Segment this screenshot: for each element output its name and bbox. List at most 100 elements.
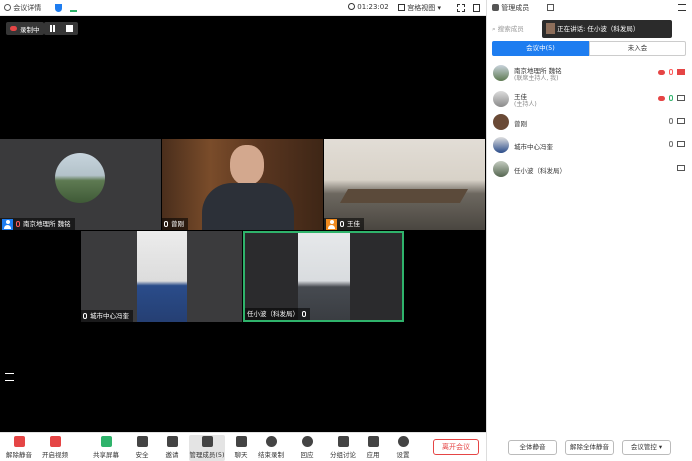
avatar — [546, 23, 555, 34]
mic-muted-icon — [13, 436, 25, 447]
camera-icon[interactable] — [677, 141, 685, 147]
breakout-rooms-label: 分组讨论 — [330, 451, 356, 459]
timer-text: 01:23:02 — [357, 3, 389, 11]
emoji-icon — [301, 436, 313, 447]
caret-down-icon: ▾ — [658, 443, 663, 451]
mic-icon — [83, 313, 87, 319]
popout-icon[interactable] — [547, 4, 554, 11]
start-video-button[interactable]: 开启视频 — [42, 435, 68, 461]
recording-controls — [44, 22, 78, 35]
tile-name-bar: 曾刚 — [162, 218, 188, 230]
mic-icon[interactable] — [669, 118, 673, 124]
video-tile[interactable]: 南京地理所 魏铭 — [0, 139, 161, 230]
tile-name-bar: 任小波（科发局） — [245, 308, 310, 320]
list-icon[interactable] — [5, 373, 14, 381]
invite-label: 邀请 — [165, 451, 179, 459]
mic-icon — [164, 221, 168, 227]
signal-icon[interactable] — [70, 4, 77, 12]
mute-all-button[interactable]: 全体静音 — [508, 440, 557, 455]
leave-meeting-button[interactable]: 离开会议 — [433, 439, 479, 455]
search-placeholder: 搜索成员 — [497, 25, 524, 33]
breakout-rooms-button[interactable]: 分组讨论 — [330, 435, 356, 461]
info-icon — [4, 4, 11, 11]
mic-icon[interactable] — [669, 141, 673, 147]
camera-off-icon[interactable] — [677, 69, 685, 75]
start-video-label: 开启视频 — [42, 451, 68, 459]
mic-icon — [340, 221, 344, 227]
apps-button[interactable]: 应用 — [365, 435, 381, 461]
video-tile[interactable]: 王佳 — [324, 139, 485, 230]
window-icon[interactable] — [473, 4, 480, 12]
video-tile-active[interactable]: 任小波（科发局） — [243, 231, 404, 322]
record-icon — [265, 436, 277, 447]
share-screen-icon — [100, 436, 112, 447]
member-row[interactable]: 南京地理所 魏铭 (联席主持人, 我) — [493, 62, 687, 84]
react-button[interactable]: 回应 — [299, 435, 315, 461]
tile-name-bar: 南京地理所 魏铭 — [0, 218, 75, 230]
camera-icon[interactable] — [677, 165, 685, 171]
invite-button[interactable]: 邀请 — [164, 435, 180, 461]
tab-not-joined[interactable]: 未入会 — [589, 41, 686, 56]
person-body — [202, 183, 294, 230]
unmute-button[interactable]: 解除静音 — [6, 435, 32, 461]
member-role: (主持人) — [514, 101, 537, 108]
meeting-control-dropdown[interactable]: 会议管控 ▾ — [622, 440, 671, 455]
stop-icon[interactable] — [66, 25, 73, 32]
cloud-record-icon — [658, 70, 665, 75]
breakout-icon — [337, 436, 349, 447]
video-stage: 录制中 南京地理所 魏铭 曾刚 王佳 城市中心冯奎 任小波（科发局） — [0, 16, 486, 432]
panel-title: 管理成员 — [492, 3, 529, 13]
speaking-prefix: 正在讲话: — [557, 25, 586, 33]
settings-button[interactable]: 设置 — [395, 435, 411, 461]
search-input[interactable]: ⌕ 搜索成员 — [492, 22, 541, 36]
member-row[interactable]: 曾刚 — [493, 111, 687, 133]
user-icon — [326, 218, 337, 230]
camera-off-icon — [49, 436, 61, 447]
member-name: 任小波（科发局） — [514, 167, 566, 175]
unmute-all-button[interactable]: 解除全体静音 — [565, 440, 614, 455]
end-recording-label: 结束录制 — [258, 451, 284, 459]
shield-icon — [136, 436, 148, 447]
share-screen-label: 共享屏幕 — [93, 451, 119, 459]
tile-name: 曾刚 — [171, 220, 184, 228]
user-icon — [2, 218, 13, 230]
video-tile[interactable]: 城市中心冯奎 — [81, 231, 242, 322]
react-label: 回应 — [300, 451, 314, 459]
fullscreen-icon[interactable] — [457, 4, 465, 12]
member-name: 曾刚 — [514, 120, 527, 128]
avatar — [493, 161, 509, 177]
mic-icon[interactable] — [669, 95, 673, 101]
member-name: 城市中心冯奎 — [514, 143, 553, 151]
settings-label: 设置 — [396, 451, 410, 459]
timer: 01:23:02 — [348, 3, 389, 11]
users-icon — [492, 4, 499, 11]
share-screen-button[interactable]: 共享屏幕 — [93, 435, 119, 461]
manage-members-button[interactable]: 管理成员(5) — [189, 435, 225, 461]
camera-icon[interactable] — [677, 118, 685, 124]
video-frame — [137, 231, 187, 322]
recording-label: 录制中 — [20, 25, 40, 34]
view-mode-label: 宫格视图 — [407, 4, 436, 12]
recording-indicator: 录制中 — [6, 22, 44, 35]
pause-icon[interactable] — [50, 25, 55, 32]
chat-icon — [235, 436, 247, 447]
add-user-icon — [166, 436, 178, 447]
member-row[interactable]: 城市中心冯奎 — [493, 134, 687, 156]
end-recording-button[interactable]: 结束录制 — [258, 435, 284, 461]
member-row[interactable]: 任小波（科发局） — [493, 158, 687, 180]
video-tile[interactable]: 曾刚 — [162, 139, 323, 230]
view-mode-dropdown[interactable]: 宫格视图 ▾ — [398, 3, 441, 13]
camera-icon[interactable] — [677, 95, 685, 101]
mic-muted-icon[interactable] — [669, 69, 673, 75]
avatar — [493, 65, 509, 81]
menu-icon[interactable] — [678, 4, 686, 11]
member-row[interactable]: 王佳 (主持人) — [493, 88, 687, 110]
security-label: 安全 — [135, 451, 149, 459]
chat-button[interactable]: 聊天 — [233, 435, 249, 461]
meeting-info-button[interactable]: 会议详情 — [4, 3, 41, 13]
shield-icon[interactable] — [55, 4, 62, 12]
tab-in-meeting[interactable]: 会议中(5) — [492, 41, 589, 56]
avatar — [493, 137, 509, 153]
caret-down-icon: ▾ — [437, 4, 441, 12]
security-button[interactable]: 安全 — [134, 435, 150, 461]
